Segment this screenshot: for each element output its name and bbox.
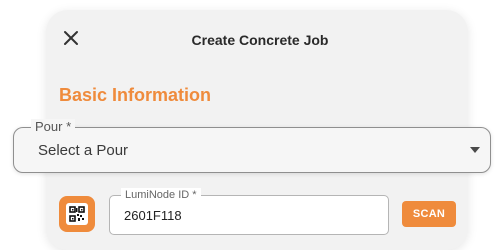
section-heading: Basic Information [59,85,212,105]
qr-code-glyph [66,203,88,225]
chevron-down-icon [470,147,480,153]
luminode-id-field[interactable]: LumiNode ID * [109,188,389,235]
dialog-title: Create Concrete Job [191,32,329,48]
pour-select[interactable]: Pour * Select a Pour [13,119,491,173]
qr-code-icon[interactable] [59,196,95,232]
pour-label: Pour * [31,119,76,135]
luminode-id-input[interactable] [124,208,374,223]
scan-button[interactable]: SCAN [402,201,456,227]
pour-value: Select a Pour [38,142,129,159]
luminode-id-label: LumiNode ID * [121,188,201,202]
